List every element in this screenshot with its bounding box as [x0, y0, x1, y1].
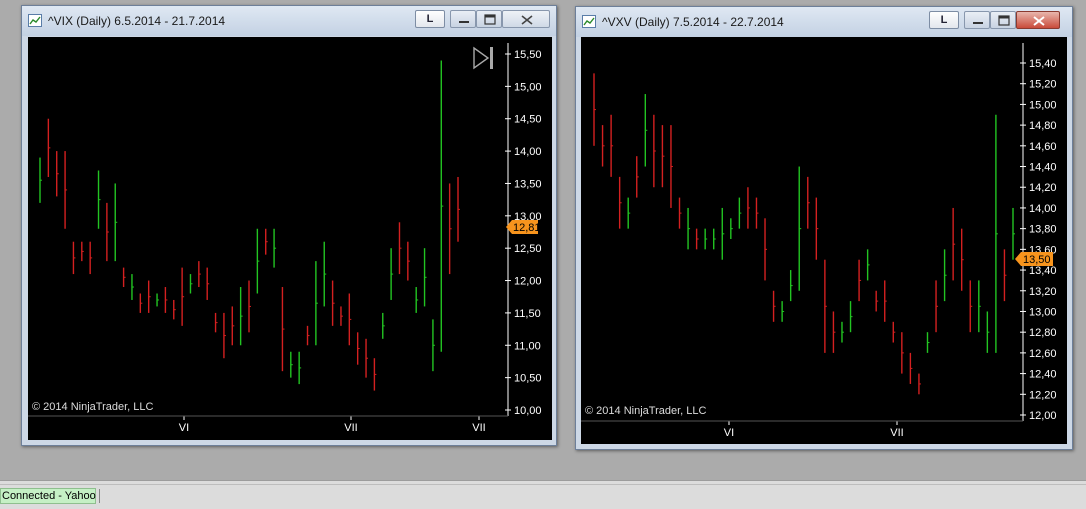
minimize-button[interactable]: [450, 10, 476, 28]
restore-button[interactable]: [990, 11, 1016, 29]
vxv-chart-window[interactable]: ^VXV (Daily) 7.5.2014 - 22.7.2014 L 12,0…: [575, 6, 1073, 450]
y-tick-label: 12,00: [1029, 410, 1057, 422]
vxv-title-bar[interactable]: ^VXV (Daily) 7.5.2014 - 22.7.2014 L: [576, 7, 1072, 37]
y-tick-label: 14,00: [1029, 203, 1057, 215]
restore-icon: [998, 15, 1010, 26]
vxv-lock-button[interactable]: L: [929, 11, 959, 29]
vix-price-marker-text: 12,81: [513, 222, 541, 234]
y-tick-label: 12,20: [1029, 389, 1057, 401]
x-tick-label: VII: [890, 427, 903, 439]
restore-button[interactable]: [476, 10, 502, 28]
vxv-copyright: © 2014 NinjaTrader, LLC: [585, 405, 706, 417]
x-tick-label: VI: [179, 422, 189, 434]
y-tick-label: 15,00: [1029, 99, 1057, 111]
y-tick-label: 15,20: [1029, 79, 1057, 91]
y-tick-label: 10,50: [514, 373, 542, 385]
y-tick-label: 15,40: [1029, 58, 1057, 70]
y-tick-label: 14,80: [1029, 120, 1057, 132]
y-tick-label: 11,50: [514, 308, 541, 320]
y-tick-label: 13,20: [1029, 286, 1057, 298]
vix-copyright: © 2014 NinjaTrader, LLC: [32, 401, 153, 413]
vix-chart-window[interactable]: ^VIX (Daily) 6.5.2014 - 21.7.2014 L 10,0…: [21, 5, 557, 446]
vxv-window-title: ^VXV (Daily) 7.5.2014 - 22.7.2014: [602, 15, 784, 29]
y-tick-label: 12,50: [514, 243, 542, 255]
y-tick-label: 15,50: [514, 49, 542, 61]
status-bar: Connected - Yahoo: [0, 480, 1086, 509]
close-icon: [521, 15, 533, 25]
y-tick-label: 15,00: [514, 81, 542, 93]
restore-icon: [484, 14, 496, 25]
x-tick-label: VII: [472, 422, 485, 434]
y-tick-label: 14,00: [514, 146, 542, 158]
y-tick-label: 10,00: [514, 405, 542, 417]
y-tick-label: 13,50: [514, 178, 542, 190]
close-button[interactable]: [1016, 11, 1060, 29]
y-tick-label: 12,80: [1029, 327, 1057, 339]
y-tick-label: 14,40: [1029, 162, 1057, 174]
connection-status: Connected - Yahoo: [0, 488, 96, 504]
chart-icon: [28, 14, 42, 27]
scroll-to-end-icon[interactable]: [473, 46, 493, 70]
y-tick-label: 12,60: [1029, 348, 1057, 360]
y-tick-label: 14,60: [1029, 141, 1057, 153]
y-tick-label: 13,00: [1029, 306, 1057, 318]
vxv-price-marker-text: 13,50: [1023, 254, 1051, 266]
vix-title-bar[interactable]: ^VIX (Daily) 6.5.2014 - 21.7.2014 L: [22, 6, 556, 36]
y-tick-label: 12,00: [514, 276, 542, 288]
close-icon: [1033, 16, 1045, 26]
minimize-button[interactable]: [964, 11, 990, 29]
close-button[interactable]: [502, 10, 550, 28]
vxv-chart-panel[interactable]: 12,00 12,20 12,40 12,60 12,80 13,00 13,20 13,40…: [581, 37, 1067, 444]
y-tick-label: 13,80: [1029, 224, 1057, 236]
y-tick-label: 14,50: [514, 114, 542, 126]
desktop: { "windows": [ { "id": "vix", "title": "…: [0, 0, 1086, 509]
vxv-price-chart[interactable]: 12,00 12,20 12,40 12,60 12,80 13,00 13,20 13,40…: [581, 37, 1067, 444]
minimize-icon: [973, 22, 983, 24]
x-tick-label: VII: [344, 422, 357, 434]
y-tick-label: 14,20: [1029, 182, 1057, 194]
x-tick-label: VI: [724, 427, 734, 439]
minimize-icon: [459, 21, 469, 23]
vix-chart-panel[interactable]: 10,00 10,50 11,00 11,50 12,00 12,50 13,00 13,50…: [28, 37, 552, 440]
y-tick-label: 11,00: [514, 340, 541, 352]
vix-window-title: ^VIX (Daily) 6.5.2014 - 21.7.2014: [48, 14, 226, 28]
y-tick-label: 13,40: [1029, 265, 1057, 277]
vxv-price-marker: 13,50: [1015, 252, 1053, 266]
y-tick-label: 12,40: [1029, 369, 1057, 381]
vix-price-marker: 12,81: [506, 220, 541, 234]
vix-lock-button[interactable]: L: [415, 10, 445, 28]
vix-price-chart[interactable]: 10,0010,5011,0011,5012,0012,5013,0013,50…: [28, 37, 552, 440]
chart-icon: [582, 15, 596, 28]
